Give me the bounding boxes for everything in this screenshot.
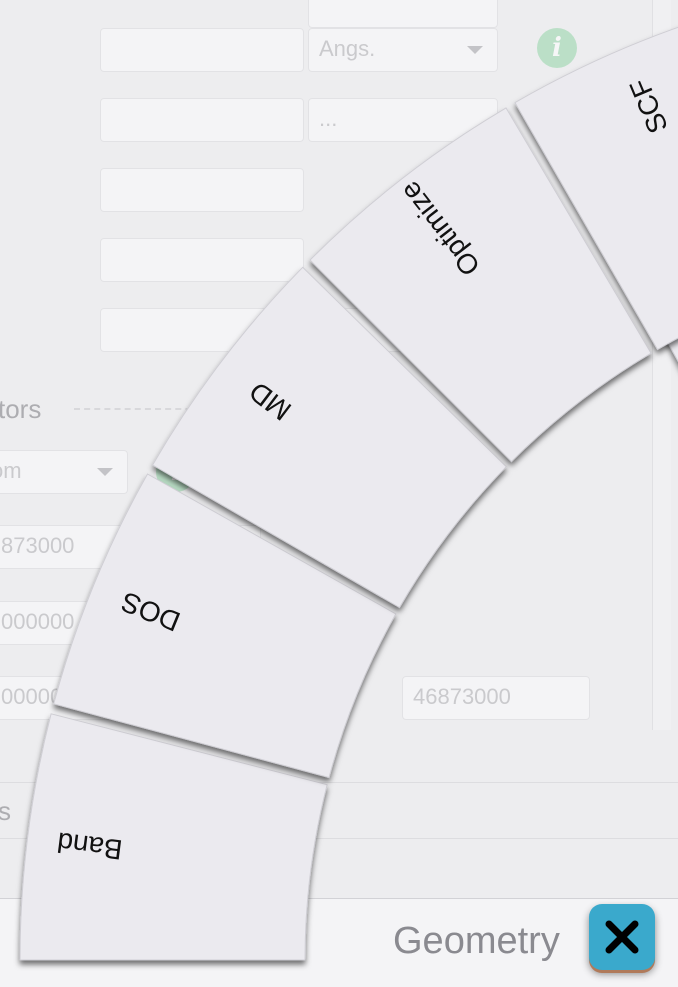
radial-menu-svg: PhononTD-DFTNEBBandDOSMDOptimizeSCFGeome… xyxy=(19,26,678,961)
radial-menu: PhononTD-DFTNEBBandDOSMDOptimizeSCFGeome… xyxy=(0,0,678,986)
